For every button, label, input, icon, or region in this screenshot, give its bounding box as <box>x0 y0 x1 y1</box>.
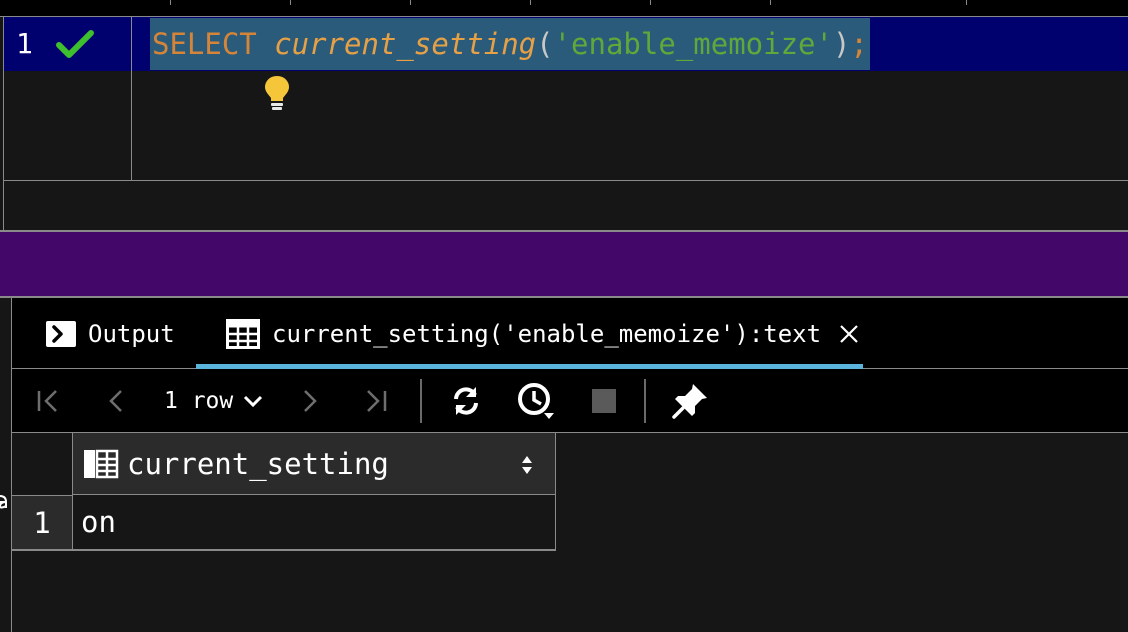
result-grid: current_setting 1 on <box>12 433 556 551</box>
pin-tab-button[interactable] <box>668 369 712 433</box>
check-icon <box>56 30 94 58</box>
sql-keyword: SELECT <box>152 27 275 61</box>
first-page-icon <box>37 390 57 412</box>
last-page-icon <box>367 390 387 412</box>
close-paren: ) <box>832 27 851 61</box>
query-history-button[interactable] <box>514 369 558 433</box>
results-tab-bar: Output current_setting('enable_memoize')… <box>12 298 1128 369</box>
column-header-label: current_setting <box>127 446 389 481</box>
grid-corner <box>12 433 73 494</box>
row-number: 1 <box>12 495 72 549</box>
table-cell[interactable]: on <box>72 495 556 549</box>
editor-footer <box>3 180 1128 230</box>
tab-label: current_setting('enable_memoize'):text <box>272 319 822 348</box>
editor-gutter: 1 <box>4 17 132 180</box>
close-icon[interactable] <box>839 324 859 344</box>
line-number: 1 <box>16 27 33 60</box>
panel-splitter[interactable] <box>0 230 1128 298</box>
chevron-down-icon <box>244 395 263 408</box>
table-row[interactable]: 1 on <box>12 495 556 551</box>
console-icon <box>46 320 76 347</box>
tab-label: Output <box>88 319 175 348</box>
row-count-label: 1 row <box>164 388 234 414</box>
sql-string-literal: 'enable_memoize' <box>553 27 833 61</box>
last-page-button[interactable] <box>358 369 394 433</box>
previous-page-button[interactable] <box>98 369 134 433</box>
next-page-icon <box>304 390 317 412</box>
sql-editor[interactable]: 1 SELECT current_setting('enable_memoize… <box>3 17 1128 180</box>
semicolon: ; <box>850 27 868 61</box>
sort-icon[interactable] <box>521 455 533 475</box>
sql-statement[interactable]: SELECT current_setting('enable_memoize')… <box>150 18 870 70</box>
column-header[interactable]: current_setting <box>72 433 556 495</box>
sql-function-name: current_setting <box>274 27 537 61</box>
open-paren: ( <box>536 27 554 61</box>
tab-query-result[interactable]: current_setting('enable_memoize'):text <box>196 298 863 369</box>
results-toolbar: 1 row <box>12 369 1128 433</box>
column-table-icon <box>84 449 119 478</box>
lightbulb-icon[interactable] <box>262 74 292 112</box>
refresh-icon <box>454 387 478 415</box>
stop-button[interactable] <box>586 369 622 433</box>
previous-page-icon <box>109 390 122 412</box>
next-page-button[interactable] <box>292 369 328 433</box>
table-icon <box>226 318 260 349</box>
stop-icon <box>592 389 616 413</box>
history-icon <box>518 383 554 419</box>
pin-icon <box>672 384 707 419</box>
refresh-button[interactable] <box>446 369 486 433</box>
editor-top-ruler <box>0 0 1128 17</box>
first-page-button[interactable] <box>30 369 66 433</box>
tab-output[interactable]: Output <box>46 298 175 369</box>
toolbar-separator <box>420 379 422 423</box>
results-panel: Output current_setting('enable_memoize')… <box>11 298 1128 632</box>
row-count-selector[interactable]: 1 row <box>164 369 263 433</box>
edge-glyph <box>0 495 7 509</box>
toolbar-separator <box>644 379 646 423</box>
